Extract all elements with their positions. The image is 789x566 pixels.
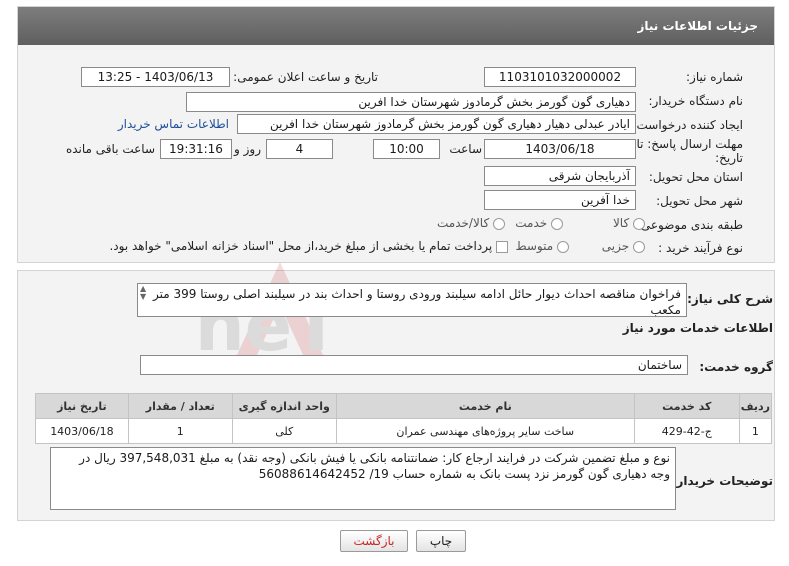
service-group-field: ساختمان [140,355,688,375]
cell-unit: کلی [231,418,337,444]
cell-service-code: ج-42-429 [633,418,740,444]
col-quantity: تعداد / مقدار [127,393,233,419]
announce-date-label: تاریخ و ساعت اعلان عمومی: [233,70,378,84]
radio-service[interactable] [551,217,563,230]
category-option-goods[interactable]: کالا [613,216,645,230]
category-label: طبقه بندی موضوعی: [636,218,743,232]
announce-date-field: 1403/06/13 - 13:25 [81,67,230,87]
cell-row: 1 [738,418,773,444]
col-need-date: تاریخ نیاز [35,393,129,419]
deadline-date-field: 1403/06/18 [484,139,636,159]
deadline-label: مهلت ارسال پاسخ: تا [636,137,743,151]
days-label: روز و [234,142,261,156]
service-group-label: گروه خدمت: [699,360,773,374]
category-option-goods-service[interactable]: کالا/خدمت [437,216,505,230]
cell-service-name: ساخت سایر پروژه‌های مهندسی عمران [335,418,635,444]
category-goods-text: کالا [612,216,630,230]
category-service-text: خدمت [515,216,548,230]
print-button[interactable]: چاپ [416,530,466,552]
summary-field[interactable]: فراخوان مناقصه احداث دیوار حائل ادامه سی… [137,283,687,317]
need-number-field: 1103101032000002 [484,67,636,87]
deadline-date-label: تاریخ: [715,151,743,165]
col-unit: واحد اندازه گیری [231,393,337,419]
services-table: ردیف کد خدمت نام خدمت واحد اندازه گیری ت… [35,393,773,444]
table-row: 1 ج-42-429 ساخت سایر پروژه‌های مهندسی عم… [35,418,773,444]
col-row: ردیف [738,393,773,419]
requester-field: ایادر عبدلی دهیار دهیاری گون گورمز بخش گ… [237,114,636,134]
province-label: استان محل تحویل: [648,170,743,184]
cell-quantity: 1 [127,418,233,444]
days-remaining-field: 4 [266,139,333,159]
buyer-notes-label: توضیحات خریدار: [671,474,773,488]
back-button[interactable]: بازگشت [340,530,408,552]
need-number-label: شماره نیاز: [686,70,743,84]
buyer-org-label: نام دستگاه خریدار: [648,94,744,108]
cell-need-date: 1403/06/18 [35,418,129,444]
category-option-service[interactable]: خدمت [515,216,563,230]
category-goods-service-text: کالا/خدمت [436,216,490,230]
scroll-arrows-icon[interactable]: ▲ ▼ [140,285,146,301]
summary-label: شرح کلی نیاز: [687,292,773,306]
time-remaining-field: 19:31:16 [160,139,232,159]
deadline-time-field: 10:00 [373,139,440,159]
province-field: آذربایجان شرقی [484,166,636,186]
services-title: اطلاعات خدمات مورد نیاز [622,321,773,335]
table-header-row: ردیف کد خدمت نام خدمت واحد اندازه گیری ت… [35,393,773,419]
city-field: خدا آفرین [484,190,636,210]
city-label: شهر محل تحویل: [656,194,743,208]
col-service-code: کد خدمت [633,393,740,419]
buyer-org-field: دهیاری گون گورمز بخش گرمادوز شهرستان خدا… [186,92,636,112]
time-remaining-label: ساعت باقی مانده [65,142,155,156]
requester-label: ایجاد کننده درخواست: [632,118,743,132]
panel-title: جزئیات اطلاعات نیاز [18,7,774,45]
col-service-name: نام خدمت [335,393,635,419]
deadline-time-label: ساعت [449,142,482,156]
buyer-contact-link[interactable]: اطلاعات تماس خریدار [118,117,229,131]
buyer-notes-field[interactable]: نوع و مبلغ تضمین شرکت در فرایند ارجاع کا… [50,447,676,510]
radio-goods-service[interactable] [493,217,505,230]
radio-goods[interactable] [633,217,645,230]
